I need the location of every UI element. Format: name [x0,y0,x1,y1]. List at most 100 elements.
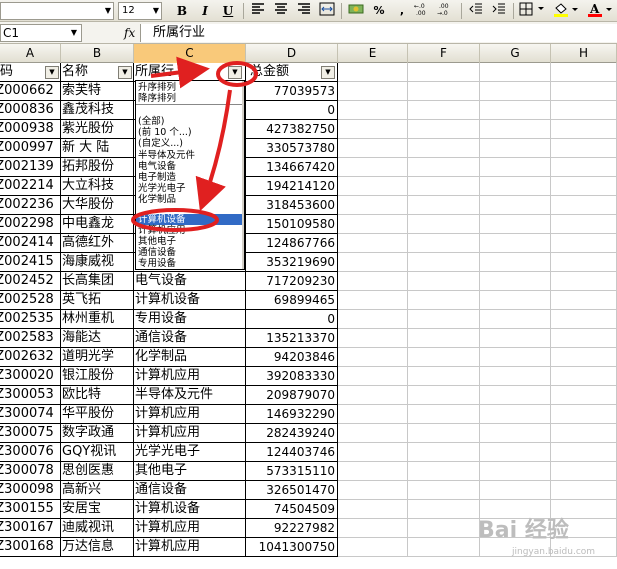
code-cell[interactable]: SZ300078 [0,462,61,481]
column-header-d[interactable]: D [246,44,338,63]
amount-cell[interactable]: 150109580 [246,215,338,234]
header-cell-code[interactable]: 代码 ▼ [0,63,61,82]
dropdown-option[interactable]: 其他电子 [136,236,244,247]
amount-cell[interactable]: 282439240 [246,424,338,443]
grid-cell[interactable] [408,215,480,234]
grid-cell[interactable] [551,82,617,101]
grid-cell[interactable] [408,139,480,158]
grid-cell[interactable] [338,405,408,424]
name-cell[interactable]: 海康威视 [61,253,134,272]
grid-cell[interactable] [480,196,551,215]
grid-cell[interactable] [480,405,551,424]
name-cell[interactable]: 安居宝 [61,500,134,519]
filter-dropdown-icon[interactable]: ▼ [118,66,132,79]
name-cell[interactable]: 林州重机 [61,310,134,329]
dropdown-option[interactable]: (全部) [136,116,244,127]
grid-cell[interactable] [408,177,480,196]
grid-cell[interactable] [408,329,480,348]
grid-cell[interactable] [338,82,408,101]
grid-cell[interactable] [338,424,408,443]
code-cell[interactable]: SZ000938 [0,120,61,139]
grid-cell[interactable] [480,139,551,158]
font-name-box[interactable]: ▼ [0,2,114,20]
name-cell[interactable]: 新 大 陆 [61,139,134,158]
industry-cell[interactable]: 通信设备 [134,481,246,500]
grid-cell[interactable] [551,120,617,139]
column-header-a[interactable]: A [0,44,61,63]
column-header-h[interactable]: H [551,44,617,63]
font-size-dropdown-icon[interactable]: ▼ [151,3,161,19]
grid-cell[interactable] [408,348,480,367]
grid-cell[interactable] [480,177,551,196]
grid-cell[interactable] [551,139,617,158]
code-cell[interactable]: SZ002452 [0,272,61,291]
grid-cell[interactable] [408,443,480,462]
code-cell[interactable]: SZ300053 [0,386,61,405]
align-right-icon[interactable] [294,2,314,20]
dropdown-option[interactable]: (自定义...) [136,138,244,149]
amount-cell[interactable]: 717209230 [246,272,338,291]
column-header-f[interactable]: F [408,44,480,63]
grid-cell[interactable] [408,462,480,481]
decrease-indent-icon[interactable] [466,2,486,20]
autofilter-dropdown[interactable]: 升序排列 降序排列 (全部) (前 10 个...) (自定义...) 半导体及元件 电气设… [135,80,245,270]
grid-cell[interactable] [338,367,408,386]
grid-cell[interactable] [551,196,617,215]
grid-cell[interactable] [338,120,408,139]
dropdown-option-selected[interactable]: 计算机设备 [136,214,244,225]
align-left-icon[interactable] [248,2,268,20]
grid-cell[interactable] [408,500,480,519]
grid-cell[interactable] [551,101,617,120]
code-cell[interactable]: SZ300155 [0,500,61,519]
dropdown-option[interactable]: 升序排列 [136,82,244,93]
grid-cell[interactable] [551,158,617,177]
grid-cell[interactable] [408,253,480,272]
filter-dropdown-icon[interactable]: ▼ [321,66,335,79]
grid-cell[interactable] [338,101,408,120]
code-cell[interactable]: SZ002236 [0,196,61,215]
industry-cell[interactable]: 计算机应用 [134,519,246,538]
amount-cell[interactable]: 69899465 [246,291,338,310]
formula-input[interactable]: 所属行业 [140,24,617,42]
code-cell[interactable]: SZ002414 [0,234,61,253]
grid-cell[interactable] [408,101,480,120]
industry-cell[interactable]: 计算机应用 [134,405,246,424]
filter-dropdown-icon[interactable]: ▼ [45,66,59,79]
grid-cell[interactable] [408,481,480,500]
dropdown-option[interactable]: 化学制品 [136,194,244,205]
code-cell[interactable]: SZ300075 [0,424,61,443]
industry-filter-dropdown-icon[interactable]: ▼ [228,66,242,79]
grid-cell[interactable] [480,253,551,272]
grid-cell[interactable] [551,329,617,348]
grid-cell[interactable] [551,215,617,234]
header-cell-name[interactable]: 名称 ▼ [61,63,134,82]
grid-cell[interactable] [338,253,408,272]
industry-cell[interactable]: 通信设备 [134,329,246,348]
column-header-g[interactable]: G [480,44,551,63]
grid-cell[interactable] [408,82,480,101]
industry-cell[interactable]: 计算机应用 [134,538,246,557]
name-cell[interactable]: 索芙特 [61,82,134,101]
grid-cell[interactable] [551,386,617,405]
code-cell[interactable]: SZ300020 [0,367,61,386]
increase-indent-icon[interactable] [489,2,509,20]
code-cell[interactable]: SZ300167 [0,519,61,538]
grid-cell[interactable] [338,272,408,291]
grid-cell[interactable] [480,329,551,348]
dropdown-option[interactable]: 半导体及元件 [136,150,244,161]
comma-button[interactable]: , [392,2,412,20]
grid-cell[interactable] [338,215,408,234]
grid-cell[interactable] [338,329,408,348]
grid-cell[interactable] [338,462,408,481]
code-cell[interactable]: SZ002632 [0,348,61,367]
name-cell[interactable]: 高德红外 [61,234,134,253]
grid-cell[interactable] [338,500,408,519]
code-cell[interactable]: SZ300168 [0,538,61,557]
amount-cell[interactable]: 427382750 [246,120,338,139]
name-cell[interactable]: 万达信息 [61,538,134,557]
grid-cell[interactable] [480,120,551,139]
grid-cell[interactable] [408,63,480,82]
grid-cell[interactable] [338,538,408,557]
fill-color-icon[interactable] [552,2,582,20]
font-color-icon[interactable]: A [586,2,616,20]
